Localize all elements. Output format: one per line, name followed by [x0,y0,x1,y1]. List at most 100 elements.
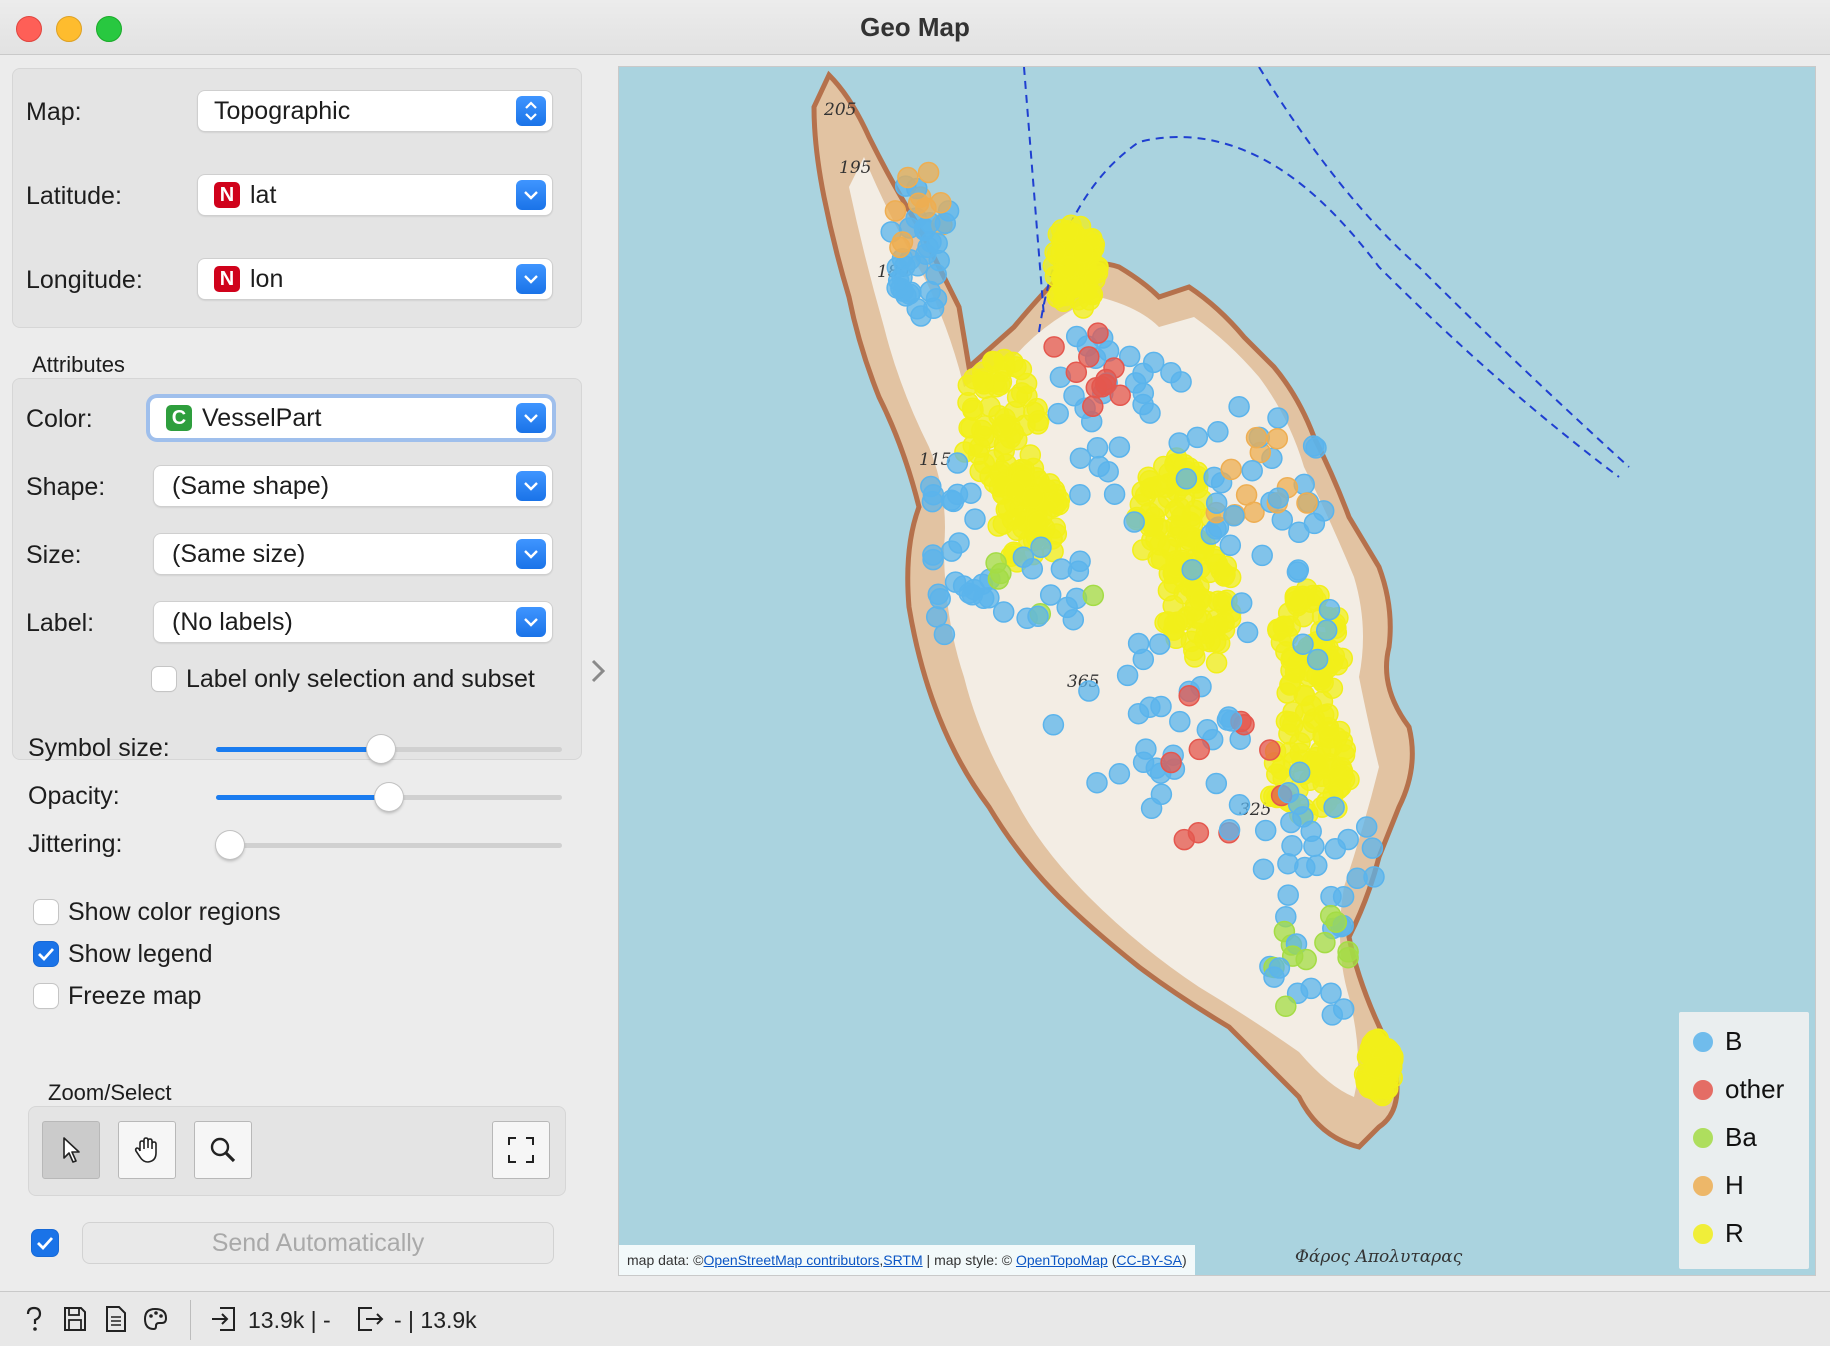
map-data-point[interactable] [1361,837,1384,859]
map-data-point[interactable] [972,587,995,610]
map-data-point[interactable] [1069,483,1091,506]
map-data-point[interactable] [1314,931,1336,954]
map-view[interactable]: 205195180115365325 BotherBaHR map data: … [618,66,1816,1276]
map-data-point[interactable] [1173,828,1196,851]
map-data-point[interactable] [1103,483,1126,505]
map-data-point[interactable] [1325,911,1348,933]
map-data-point[interactable] [1355,816,1378,838]
map-data-point[interactable] [1259,739,1281,761]
map-data-point[interactable] [1266,427,1289,450]
map-data-point[interactable] [983,350,1005,373]
map-data-point[interactable] [1127,702,1150,725]
map-data-point[interactable] [1188,738,1211,761]
map-data-point[interactable] [1300,820,1322,843]
chevron-right-icon[interactable] [588,656,608,691]
map-data-point[interactable] [990,562,1012,585]
color-combo[interactable]: C VesselPart [150,398,552,438]
map-data-point[interactable] [1306,752,1329,775]
map-data-point[interactable] [1168,432,1190,454]
map-data-point[interactable] [1323,796,1345,818]
map-data-point[interactable] [1081,283,1104,306]
map-data-point[interactable] [1318,598,1341,621]
map-data-point[interactable] [1332,885,1355,908]
map-data-point[interactable] [1026,397,1048,420]
opacity-slider-knob[interactable] [375,783,403,811]
map-data-point[interactable] [1050,558,1073,580]
map-data-point[interactable] [1082,584,1105,607]
map-data-point[interactable] [1047,402,1069,425]
map-data-point[interactable] [987,515,1009,537]
map-data-point[interactable] [1230,592,1253,614]
map-data-point[interactable] [1170,505,1193,528]
size-combo[interactable]: (Same size) [154,534,552,574]
latitude-combo[interactable]: N lat [198,175,552,215]
map-data-point[interactable] [1287,559,1310,581]
map-data-point[interactable] [1078,680,1100,702]
map-data-point[interactable] [957,391,979,414]
map-data-point[interactable] [1132,382,1155,404]
map-data-point[interactable] [1043,336,1065,358]
map-data-point[interactable] [1268,957,1291,979]
map-type-combo[interactable]: Topographic [198,91,552,131]
map-data-point[interactable] [1181,558,1203,581]
map-data-point[interactable] [907,192,930,214]
map-data-point[interactable] [1006,506,1028,529]
map-data-point[interactable] [940,540,963,562]
save-icon[interactable] [62,1305,88,1338]
map-data-point[interactable] [1139,402,1161,424]
map-data-point[interactable] [1022,486,1045,509]
map-data-point[interactable] [1108,763,1131,785]
map-data-point[interactable] [1150,695,1172,718]
send-automatically-checkbox[interactable] [32,1230,58,1256]
map-data-point[interactable] [1235,484,1258,506]
map-data-point[interactable] [1228,395,1250,418]
map-data-point[interactable] [1108,436,1131,458]
map-data-point[interactable] [1277,781,1300,804]
visual-settings-icon[interactable] [142,1305,168,1338]
map-data-point[interactable] [1027,605,1049,628]
map-data-point[interactable] [1220,458,1242,481]
map-data-point[interactable] [1213,619,1236,641]
longitude-combo[interactable]: N lon [198,259,552,299]
map-data-point[interactable] [1196,719,1219,741]
label-only-selection-checkbox[interactable] [152,667,176,691]
map-data-point[interactable] [922,483,945,506]
map-data-point[interactable] [1056,220,1079,242]
map-data-point[interactable] [1178,684,1200,707]
srtm-link[interactable]: SRTM [883,1252,922,1268]
map-data-point[interactable] [1116,664,1139,687]
map-data-point[interactable] [1315,619,1338,642]
map-data-point[interactable] [1086,771,1108,794]
map-data-point[interactable] [1279,741,1301,764]
map-data-point[interactable] [1135,738,1157,760]
map-data-point[interactable] [960,417,982,439]
map-data-point[interactable] [1094,373,1117,396]
map-data-point[interactable] [1245,426,1268,449]
jittering-slider[interactable] [216,831,562,859]
license-link[interactable]: CC-BY-SA [1116,1252,1182,1268]
map-data-point[interactable] [1140,797,1163,820]
map-data-point[interactable] [1236,621,1259,644]
label-combo[interactable]: (No labels) [154,602,552,642]
map-data-point[interactable] [1205,652,1228,674]
shape-combo[interactable]: (Same shape) [154,466,552,506]
map-data-point[interactable] [1337,941,1359,963]
map-data-point[interactable] [917,236,939,259]
map-data-point[interactable] [960,482,982,504]
map-data-point[interactable] [1365,1056,1387,1078]
map-data-point[interactable] [1042,714,1065,736]
map-data-point[interactable] [1138,470,1161,492]
map-data-point[interactable] [1210,559,1232,582]
map-data-point[interactable] [1288,761,1311,784]
map-data-point[interactable] [1306,648,1329,671]
map-data-point[interactable] [1044,241,1066,263]
map-data-point[interactable] [1148,633,1171,655]
map-canvas[interactable]: 205195180115365325 [619,67,1815,1275]
map-data-point[interactable] [1219,534,1242,557]
select-tool-button[interactable] [42,1121,100,1179]
map-data-point[interactable] [1332,998,1355,1020]
map-data-point[interactable] [972,368,994,390]
opacity-slider[interactable] [216,783,562,811]
map-data-point[interactable] [1157,579,1180,602]
map-data-point[interactable] [1174,537,1197,560]
